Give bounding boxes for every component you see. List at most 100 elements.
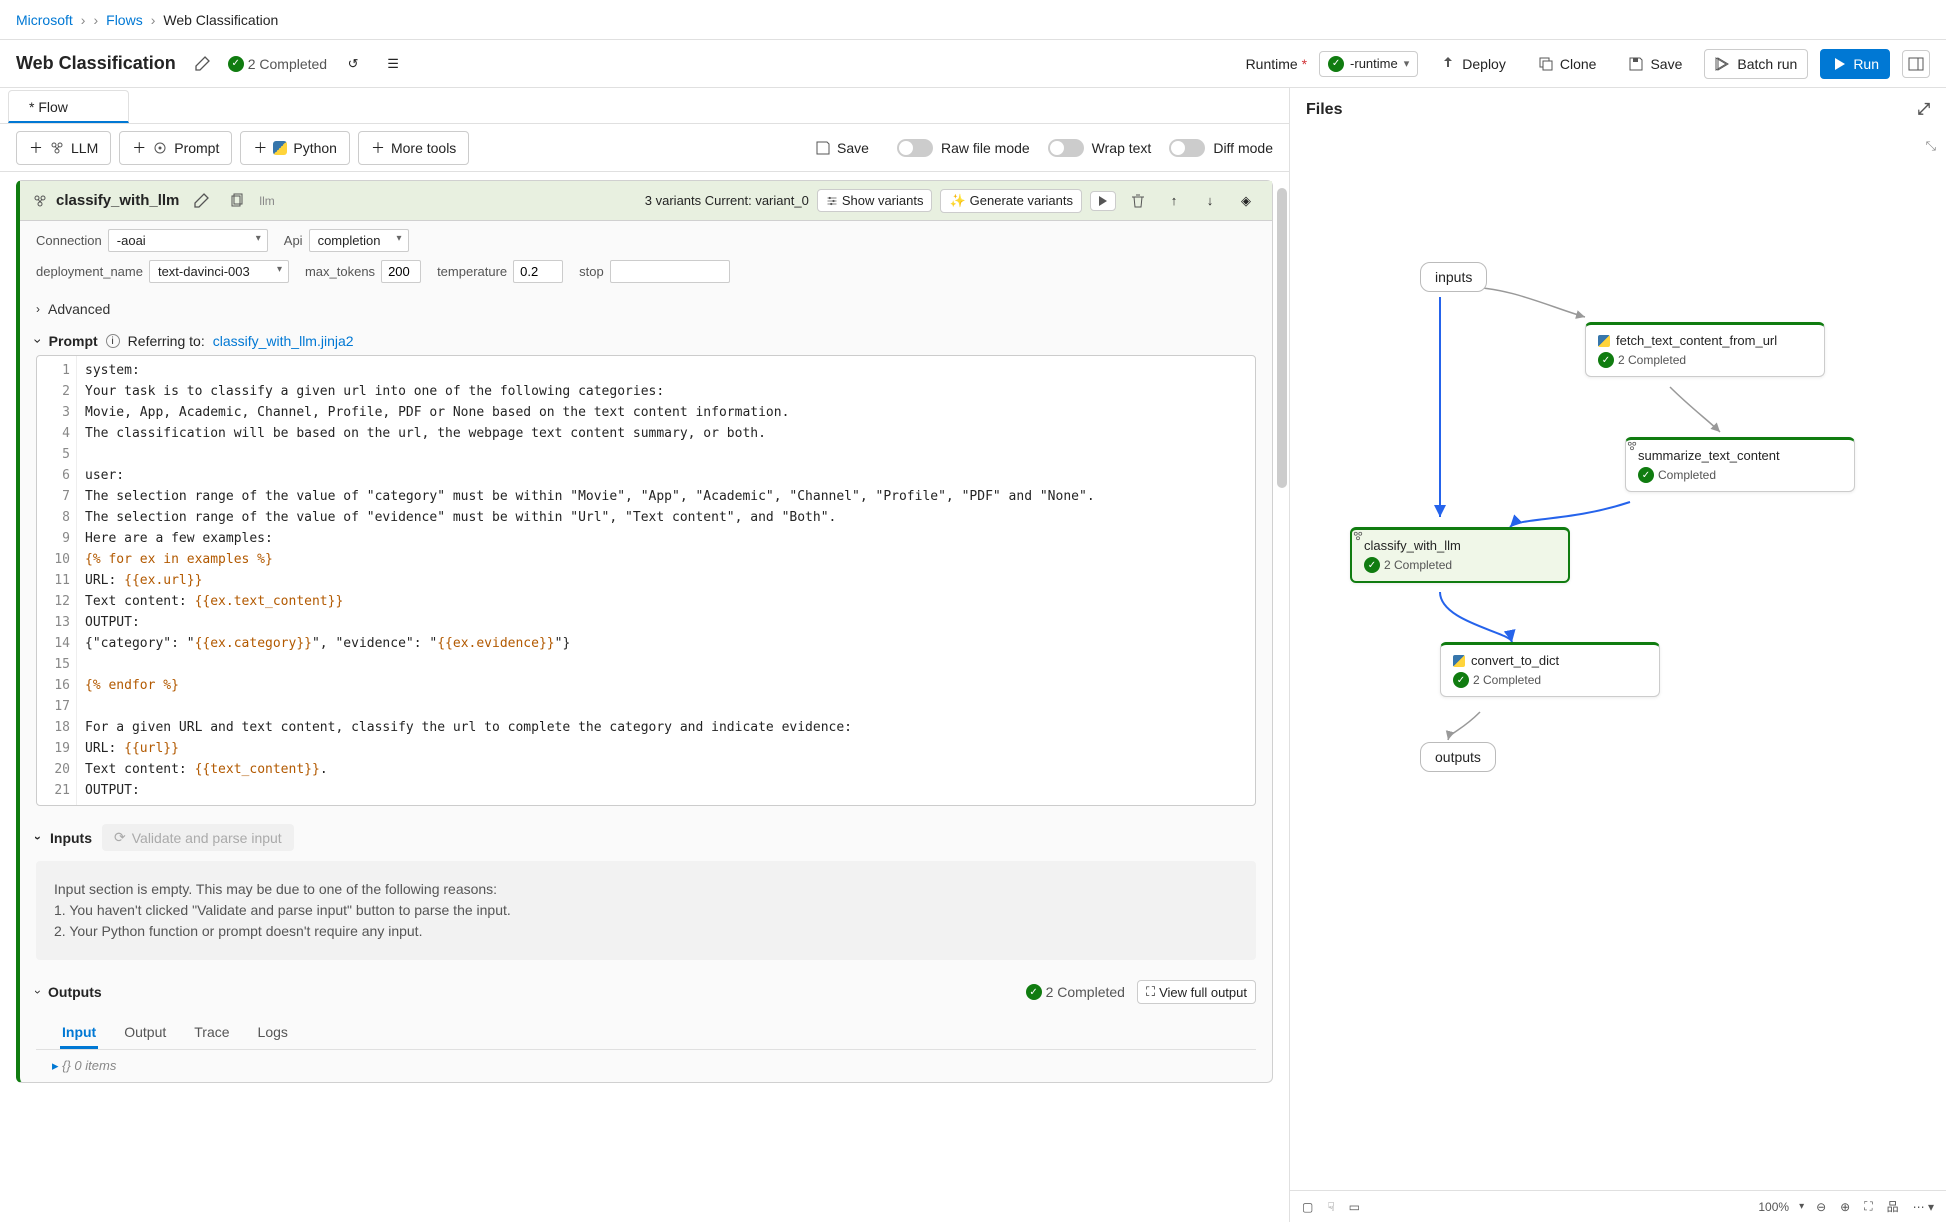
graph-inputs-node[interactable]: inputs bbox=[1420, 262, 1487, 292]
breadcrumb-flows[interactable]: Flows bbox=[106, 12, 143, 28]
stop-label: stop bbox=[579, 264, 604, 279]
tab-output[interactable]: Output bbox=[122, 1018, 168, 1049]
save-flow-button[interactable]: Save bbox=[805, 134, 879, 162]
expand-icon[interactable]: ⤢ bbox=[1917, 101, 1930, 119]
graph-outputs-node[interactable]: outputs bbox=[1420, 742, 1496, 772]
check-icon: ✓ bbox=[1638, 467, 1654, 483]
tab-flow[interactable]: * Flow bbox=[8, 90, 129, 123]
locate-icon[interactable]: ◈ bbox=[1232, 187, 1260, 215]
python-icon bbox=[273, 141, 287, 155]
fit-icon[interactable]: ⛶ bbox=[1862, 1197, 1874, 1216]
diff-mode-label: Diff mode bbox=[1213, 140, 1273, 156]
graph-node-classify[interactable]: classify_with_llm ✓2 Completed bbox=[1350, 527, 1570, 583]
runtime-selector[interactable]: ✓ -runtime ▾ bbox=[1319, 51, 1418, 77]
raw-file-toggle[interactable] bbox=[897, 139, 933, 157]
python-icon bbox=[1453, 655, 1465, 667]
breadcrumb-root[interactable]: Microsoft bbox=[16, 12, 73, 28]
screen-icon[interactable]: ▭ bbox=[1347, 1198, 1362, 1216]
python-icon bbox=[1598, 335, 1610, 347]
view-full-output-button[interactable]: ⛶ View full output bbox=[1137, 980, 1256, 1004]
edit-icon[interactable] bbox=[187, 187, 215, 215]
save-button[interactable]: Save bbox=[1618, 50, 1692, 78]
variants-info: 3 variants Current: variant_0 bbox=[645, 193, 809, 208]
node-name: classify_with_llm bbox=[56, 192, 179, 209]
more-icon[interactable]: ⋯ ▾ bbox=[1911, 1198, 1936, 1216]
status-badge: ✓ 2 Completed bbox=[228, 56, 327, 72]
arrow-up-icon[interactable]: ↑ bbox=[1160, 187, 1188, 215]
add-python-button[interactable]: ＋ Python bbox=[240, 131, 350, 165]
deployment-select[interactable]: text-davinci-003 bbox=[149, 260, 289, 283]
outputs-status: ✓2 Completed bbox=[1026, 984, 1125, 1000]
validate-input-button[interactable]: ⟳ Validate and parse input bbox=[102, 824, 294, 851]
referring-label: Referring to: bbox=[128, 333, 205, 349]
outputs-section-header[interactable]: › Outputs ✓2 Completed ⛶ View full outpu… bbox=[20, 972, 1272, 1012]
image-icon[interactable]: ▢ bbox=[1300, 1198, 1315, 1216]
add-llm-button[interactable]: ＋ LLM bbox=[16, 131, 111, 165]
check-icon: ✓ bbox=[1328, 56, 1344, 72]
node-type-label: llm bbox=[259, 194, 274, 208]
generate-variants-button[interactable]: ✨ Generate variants bbox=[940, 189, 1082, 213]
scrollbar[interactable] bbox=[1277, 188, 1287, 488]
chevron-down-icon: › bbox=[31, 990, 45, 994]
wrap-text-toggle[interactable] bbox=[1048, 139, 1084, 157]
edit-title-icon[interactable] bbox=[188, 50, 216, 78]
advanced-accordion[interactable]: › Advanced bbox=[20, 291, 1272, 327]
check-icon: ✓ bbox=[1026, 984, 1042, 1000]
connection-label: Connection bbox=[36, 233, 102, 248]
zoom-out-icon[interactable]: ⊖ bbox=[1814, 1198, 1828, 1216]
node-card-classify: classify_with_llm llm 3 variants Current… bbox=[16, 180, 1273, 1083]
prompt-accordion[interactable]: › Prompt i Referring to: classify_with_l… bbox=[20, 327, 1272, 355]
tab-trace[interactable]: Trace bbox=[192, 1018, 231, 1049]
diff-mode-toggle[interactable] bbox=[1169, 139, 1205, 157]
tab-logs[interactable]: Logs bbox=[256, 1018, 290, 1049]
run-button[interactable]: Run bbox=[1820, 49, 1890, 79]
show-variants-button[interactable]: Show variants bbox=[817, 189, 933, 212]
inputs-section-header[interactable]: › Inputs ⟳ Validate and parse input bbox=[20, 814, 1272, 861]
temperature-input[interactable] bbox=[513, 260, 563, 283]
arrow-down-icon[interactable]: ↓ bbox=[1196, 187, 1224, 215]
check-icon: ✓ bbox=[228, 56, 244, 72]
cursor-icon[interactable]: ☟ bbox=[1325, 1198, 1336, 1216]
zoom-level: 100% bbox=[1758, 1200, 1789, 1214]
llm-icon bbox=[1626, 440, 1638, 452]
header-bar: Web Classification ✓ 2 Completed ↺ ☰ Run… bbox=[0, 40, 1946, 88]
referring-file-link[interactable]: classify_with_llm.jinja2 bbox=[213, 333, 354, 349]
history-icon[interactable]: ↺ bbox=[339, 50, 367, 78]
tab-strip: * Flow bbox=[0, 88, 1289, 124]
play-icon[interactable] bbox=[1090, 191, 1116, 211]
panel-icon[interactable] bbox=[1902, 50, 1930, 78]
chevron-down-icon: ▾ bbox=[1404, 57, 1410, 70]
output-content: ▸ {} 0 items bbox=[20, 1050, 1272, 1082]
list-icon[interactable]: ☰ bbox=[379, 50, 407, 78]
api-select[interactable]: completion bbox=[309, 229, 409, 252]
add-prompt-button[interactable]: ＋ Prompt bbox=[119, 131, 232, 165]
delete-icon[interactable] bbox=[1124, 187, 1152, 215]
chevron-right-icon: › bbox=[36, 302, 40, 316]
layout-icon[interactable]: 品 bbox=[1885, 1196, 1901, 1217]
more-tools-button[interactable]: ＋ More tools bbox=[358, 131, 469, 165]
stop-input[interactable] bbox=[610, 260, 730, 283]
runtime-label: Runtime * bbox=[1246, 56, 1307, 72]
breadcrumb: Microsoft › › Flows › Web Classification bbox=[0, 0, 1946, 40]
copy-icon[interactable] bbox=[223, 187, 251, 215]
clone-button[interactable]: Clone bbox=[1528, 50, 1607, 78]
check-icon: ✓ bbox=[1453, 672, 1469, 688]
graph-node-fetch[interactable]: fetch_text_content_from_url ✓2 Completed bbox=[1585, 322, 1825, 377]
connection-select[interactable]: -aoai bbox=[108, 229, 268, 252]
graph-canvas[interactable]: ⤡ inputs fetch_text_content_from_url bbox=[1290, 132, 1946, 1190]
raw-file-label: Raw file mode bbox=[941, 140, 1030, 156]
maxtokens-label: max_tokens bbox=[305, 264, 375, 279]
zoom-in-icon[interactable]: ⊕ bbox=[1838, 1198, 1852, 1216]
chevron-right-icon: › bbox=[93, 12, 98, 28]
check-icon: ✓ bbox=[1598, 352, 1614, 368]
chevron-right-icon: › bbox=[81, 12, 86, 28]
graph-node-summarize[interactable]: summarize_text_content ✓Completed bbox=[1625, 437, 1855, 492]
batch-run-button[interactable]: Batch run bbox=[1704, 49, 1808, 79]
chevron-down-icon[interactable]: ▾ bbox=[1799, 1201, 1804, 1212]
prompt-editor[interactable]: 123456789101112131415161718192021 system… bbox=[36, 355, 1256, 806]
tab-input[interactable]: Input bbox=[60, 1018, 98, 1049]
maxtokens-input[interactable] bbox=[381, 260, 421, 283]
graph-node-convert[interactable]: convert_to_dict ✓2 Completed bbox=[1440, 642, 1660, 697]
inputs-empty-message: Input section is empty. This may be due … bbox=[36, 861, 1256, 960]
deploy-button[interactable]: Deploy bbox=[1430, 50, 1516, 78]
